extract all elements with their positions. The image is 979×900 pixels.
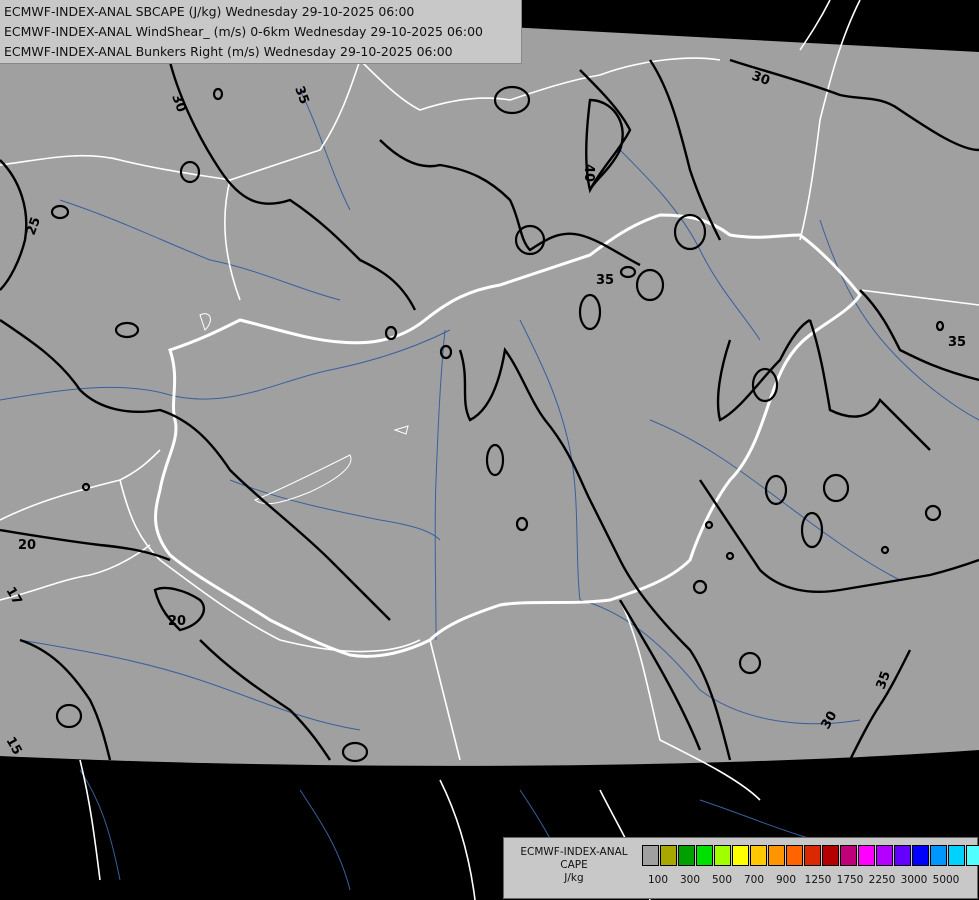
- title-bunkers: ECMWF-INDEX-ANAL Bunkers Right (m/s) Wed…: [4, 44, 453, 59]
- legend-swatch: [642, 845, 659, 866]
- legend-swatch: [696, 845, 713, 866]
- title-sbcape: ECMWF-INDEX-ANAL SBCAPE (J/kg) Wednesday…: [4, 4, 415, 19]
- legend-swatch: [948, 845, 965, 866]
- contour-label: 20: [168, 614, 186, 629]
- legend-swatch: [858, 845, 875, 866]
- map-title-box: ECMWF-INDEX-ANAL SBCAPE (J/kg) Wednesday…: [0, 0, 522, 64]
- data-area: [0, 0, 979, 766]
- legend-tick-label: 2250: [868, 874, 896, 886]
- contour-label: 20: [18, 538, 36, 553]
- legend-swatch: [678, 845, 695, 866]
- legend-title: ECMWF-INDEX-ANAL CAPE J/kg: [510, 846, 638, 885]
- legend-swatch: [786, 845, 803, 866]
- legend-tick-label: 700: [743, 874, 765, 886]
- legend-parameter: CAPE: [560, 859, 588, 871]
- legend-tick-label: 5000: [932, 874, 960, 886]
- title-windshear: ECMWF-INDEX-ANAL WindShear_ (m/s) 0-6km …: [4, 24, 483, 39]
- legend-swatches: [642, 845, 979, 866]
- legend-swatch: [732, 845, 749, 866]
- legend-swatch: [822, 845, 839, 866]
- contour-label: 35: [948, 335, 966, 350]
- legend-swatch: [930, 845, 947, 866]
- legend-swatch: [714, 845, 731, 866]
- legend-swatch: [912, 845, 929, 866]
- legend-tick-label: 900: [775, 874, 797, 886]
- weather-map: 30 35 25 40 35 30 35 20 17 20 15 35 30: [0, 0, 979, 900]
- legend-tick-label: 3000: [900, 874, 928, 886]
- legend-swatch: [660, 845, 677, 866]
- color-legend: ECMWF-INDEX-ANAL CAPE J/kg 100 300 500 700 9…: [503, 837, 979, 899]
- legend-swatch: [966, 845, 979, 866]
- legend-tick-label: 1250: [804, 874, 832, 886]
- legend-swatch: [750, 845, 767, 866]
- legend-tick-label: 300: [679, 874, 701, 886]
- legend-tick-label: 100: [647, 874, 669, 886]
- legend-model: ECMWF-INDEX-ANAL: [520, 846, 628, 858]
- legend-swatch: [768, 845, 785, 866]
- legend-tick-label: 1750: [836, 874, 864, 886]
- legend-swatch: [804, 845, 821, 866]
- legend-swatch: [840, 845, 857, 866]
- contour-label: 35: [596, 273, 614, 288]
- legend-swatch: [876, 845, 893, 866]
- legend-unit: J/kg: [564, 872, 584, 884]
- legend-swatch: [894, 845, 911, 866]
- legend-tick-label: 500: [711, 874, 733, 886]
- contour-label: 40: [581, 164, 596, 182]
